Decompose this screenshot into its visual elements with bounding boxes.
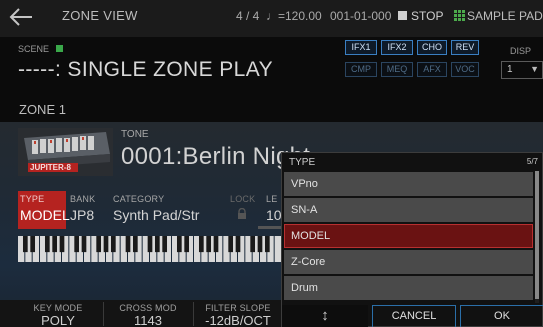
cross-mod-label: CROSS MOD — [119, 303, 177, 313]
level-slider[interactable] — [258, 226, 282, 229]
chevron-down-icon: ▼ — [530, 64, 539, 74]
option-model[interactable]: MODEL — [284, 224, 533, 248]
tempo-display[interactable]: ♩=120.00 — [266, 9, 322, 23]
screen: ZONE VIEW 4 / 4 ♩=120.00 001-01-000 STOP… — [0, 0, 543, 327]
sample-pad-button[interactable]: SAMPLE PAD — [467, 9, 543, 23]
ok-button[interactable]: OK — [460, 305, 543, 327]
disp-select[interactable]: 1 ▼ — [501, 61, 543, 79]
lock-label: LOCK — [230, 194, 256, 204]
divider — [103, 302, 104, 326]
header-bar: ZONE VIEW 4 / 4 ♩=120.00 001-01-000 STOP… — [0, 0, 543, 37]
bank-label: BANK — [70, 194, 96, 204]
song-position: 001-01-000 — [330, 9, 392, 23]
key-mode-label: KEY MODE — [33, 303, 83, 313]
option-drum[interactable]: Drum — [284, 276, 533, 300]
chorus-button[interactable]: CHO — [417, 40, 447, 55]
stop-icon — [398, 11, 407, 20]
up-down-arrow-button[interactable]: ↕ — [282, 305, 368, 327]
meq-button[interactable]: MEQ — [381, 62, 413, 77]
filter-slope-value[interactable]: -12dB/OCT — [196, 313, 280, 327]
lock-icon[interactable] — [236, 207, 248, 219]
popup-button-row: ↕ CANCEL OK — [282, 305, 543, 327]
bank-value[interactable]: JP8 — [70, 207, 94, 223]
synth-badge: JUPITER-8 — [30, 163, 71, 172]
filter-slope-label: FILTER SLOPE — [205, 303, 271, 313]
disp-label: DISP — [510, 46, 532, 56]
scene-title[interactable]: -----: SINGLE ZONE PLAY — [18, 58, 273, 82]
divider — [193, 302, 194, 326]
disp-value: 1 — [507, 64, 513, 75]
option-vpno[interactable]: VPno — [284, 172, 533, 196]
key-mode-value[interactable]: POLY — [20, 313, 96, 327]
ifx2-button[interactable]: IFX2 — [381, 40, 413, 55]
ifx1-button[interactable]: IFX1 — [345, 40, 377, 55]
scene-indicator — [56, 45, 63, 52]
level-value[interactable]: 10 — [266, 207, 282, 223]
zone-label: ZONE 1 — [19, 102, 66, 117]
type-value[interactable]: MODEL — [20, 207, 70, 223]
cmp-button[interactable]: CMP — [345, 62, 377, 77]
sample-pad-grid-icon — [454, 10, 465, 21]
voc-button[interactable]: VOC — [451, 62, 479, 77]
transport-status: STOP — [411, 9, 444, 23]
back-arrow-icon[interactable] — [8, 6, 38, 32]
cross-mod-value[interactable]: 1143 — [110, 313, 186, 327]
popup-page-indicator: 5/7 — [526, 157, 538, 166]
type-select-popup: TYPE 5/7 VPno SN-A MODEL Z-Core Drum ↕ C… — [281, 152, 543, 327]
type-label: TYPE — [20, 194, 45, 204]
category-value[interactable]: Synth Pad/Str — [113, 207, 199, 223]
option-sn-a[interactable]: SN-A — [284, 198, 533, 222]
afx-button[interactable]: AFX — [417, 62, 447, 77]
level-label: LE — [266, 194, 278, 204]
tone-label: TONE — [121, 129, 149, 140]
time-signature: 4 / 4 — [236, 9, 260, 23]
keyboard-icon — [18, 236, 282, 262]
screen-title: ZONE VIEW — [62, 8, 138, 23]
reverb-button[interactable]: REV — [451, 40, 479, 55]
category-label: CATEGORY — [113, 194, 165, 204]
option-z-core[interactable]: Z-Core — [284, 250, 533, 274]
cancel-button[interactable]: CANCEL — [372, 305, 456, 327]
popup-title: TYPE — [289, 157, 316, 168]
scene-label: SCENE — [18, 44, 50, 54]
scrollbar-thumb[interactable] — [535, 171, 539, 299]
